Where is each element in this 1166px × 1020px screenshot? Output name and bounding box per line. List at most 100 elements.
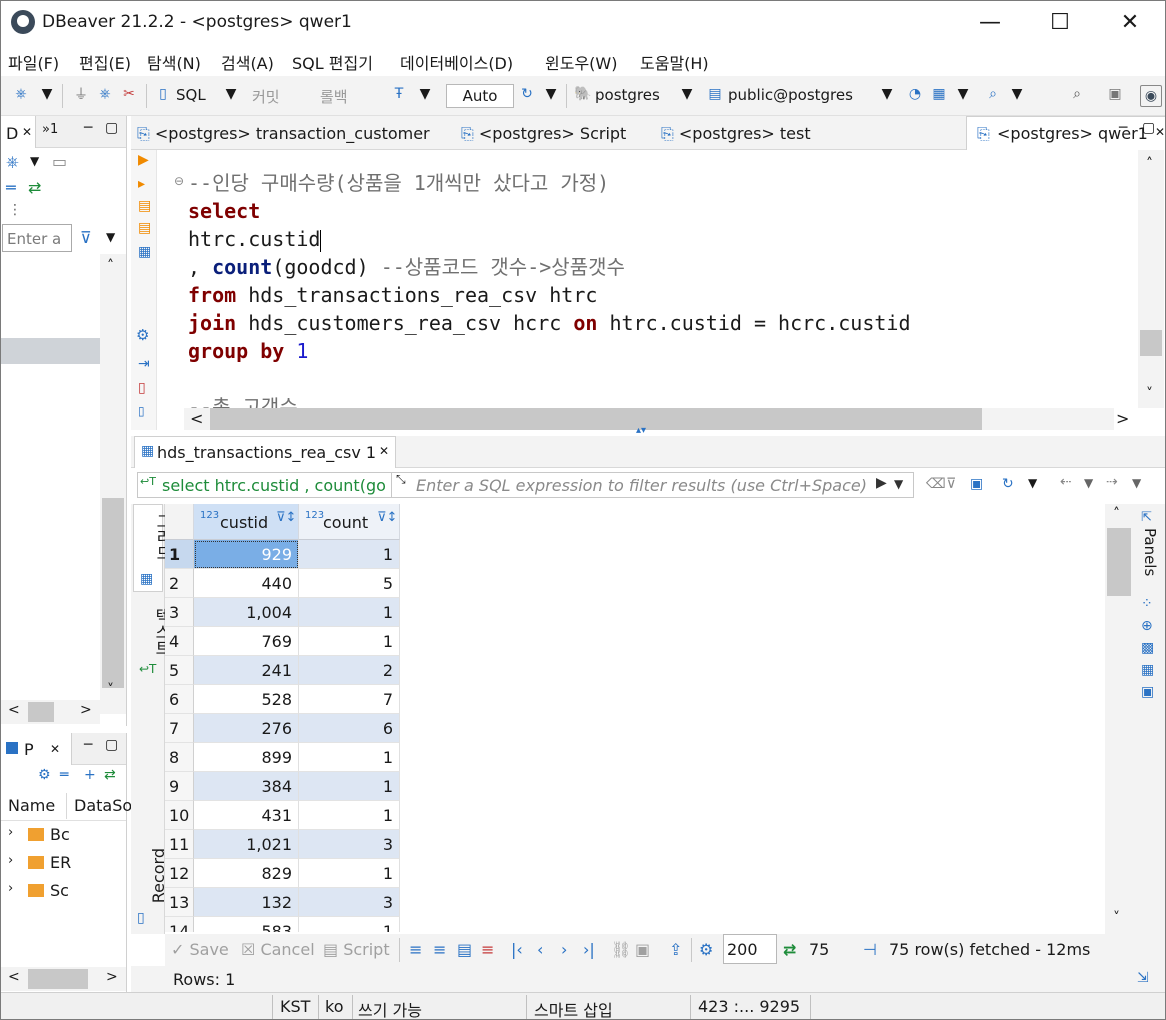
row-count[interactable]: 75 bbox=[809, 940, 829, 959]
aggregate-panel-icon[interactable]: ⊕ bbox=[1141, 618, 1153, 634]
dropdown-arrow-icon[interactable]: ▼ bbox=[222, 85, 240, 103]
row-number-cell[interactable]: 9 bbox=[165, 772, 194, 801]
close-button[interactable]: ✕ bbox=[1095, 0, 1165, 44]
plug-icon[interactable]: ⏚ bbox=[72, 85, 90, 103]
dropdown-arrow-icon[interactable]: ▼ bbox=[1008, 85, 1026, 103]
export-icon[interactable]: ⇪ bbox=[669, 940, 682, 959]
project-tree-item[interactable]: › Sc bbox=[0, 877, 126, 905]
splitter-toggle-icon[interactable]: ▴▾ bbox=[636, 425, 646, 436]
last-page-icon[interactable]: ›| bbox=[583, 940, 595, 959]
column-datasource-header[interactable]: DataSo bbox=[74, 796, 132, 815]
custid-cell[interactable]: 440 bbox=[194, 569, 299, 598]
auto-commit-select[interactable]: Auto bbox=[446, 84, 514, 108]
count-cell[interactable]: 1 bbox=[299, 598, 400, 627]
menu-window[interactable]: 윈도우(W) bbox=[545, 50, 617, 74]
dropdown-arrow-icon[interactable]: ▼ bbox=[894, 477, 903, 491]
maximize-icon[interactable]: ▢ bbox=[105, 737, 118, 753]
table-row[interactable]: 2 440 5 bbox=[165, 569, 400, 598]
references-panel-icon[interactable]: ▣ bbox=[1141, 684, 1154, 700]
row-number-cell[interactable]: 13 bbox=[165, 888, 194, 917]
collapse-all-icon[interactable]: ═ bbox=[6, 178, 16, 197]
count-cell[interactable]: 3 bbox=[299, 830, 400, 859]
close-icon[interactable]: ✕ bbox=[50, 742, 60, 756]
table-row[interactable]: 13 132 3 bbox=[165, 888, 400, 917]
row-number-cell[interactable]: 7 bbox=[165, 714, 194, 743]
dropdown-arrow-icon[interactable]: ▼ bbox=[38, 85, 56, 103]
refresh-icon[interactable]: ↻ bbox=[1002, 476, 1014, 492]
scrollbar-thumb[interactable] bbox=[1140, 330, 1162, 356]
chevron-left-icon[interactable]: < bbox=[190, 409, 203, 428]
maximize-icon[interactable]: ▢ bbox=[1142, 120, 1155, 136]
table-row[interactable]: 7 276 6 bbox=[165, 714, 400, 743]
metadata-panel-icon[interactable]: ▦ bbox=[1141, 662, 1154, 678]
execute-statement-icon[interactable]: ▶ bbox=[138, 152, 149, 168]
row-number-cell[interactable]: 2 bbox=[165, 569, 194, 598]
table-row[interactable]: 1 929 1 bbox=[165, 540, 400, 569]
copy-row-icon[interactable]: ▤ bbox=[457, 940, 472, 959]
table-row[interactable]: 12 829 1 bbox=[165, 859, 400, 888]
execute-new-tab-icon[interactable]: ▸ bbox=[138, 176, 145, 192]
forward-arrow-icon[interactable]: ⇢ bbox=[1106, 474, 1118, 490]
add-icon[interactable]: + bbox=[84, 767, 96, 783]
explain-plan-icon[interactable]: ▦ bbox=[138, 244, 151, 260]
close-icon[interactable]: ✕ bbox=[1155, 125, 1165, 139]
fetch-next-icon[interactable]: ⇄ bbox=[783, 940, 796, 959]
link-editor-icon[interactable]: ⇄ bbox=[28, 178, 41, 197]
table-row[interactable]: 9 384 1 bbox=[165, 772, 400, 801]
load-script-icon[interactable]: ▯ bbox=[138, 380, 146, 396]
custid-cell[interactable]: 132 bbox=[194, 888, 299, 917]
row-number-cell[interactable]: 8 bbox=[165, 743, 194, 772]
save-button[interactable]: ✓ Save bbox=[171, 940, 229, 959]
tab-grid[interactable]: 그리드 ▦ bbox=[133, 504, 172, 592]
menu-sql-editor[interactable]: SQL 편집기 bbox=[292, 50, 373, 74]
menu-edit[interactable]: 편집(E) bbox=[79, 50, 131, 74]
table-row[interactable]: 6 528 7 bbox=[165, 685, 400, 714]
chevron-right-icon[interactable]: > bbox=[106, 969, 118, 985]
custid-cell[interactable]: 769 bbox=[194, 627, 299, 656]
export-icon[interactable]: ⇥ bbox=[138, 356, 150, 372]
edit-row-icon[interactable]: ≡ bbox=[409, 940, 422, 959]
count-cell[interactable]: 6 bbox=[299, 714, 400, 743]
menu-help[interactable]: 도움말(H) bbox=[640, 50, 709, 74]
row-number-cell[interactable]: 3 bbox=[165, 598, 194, 627]
tab-script[interactable]: ⎘ <postgres> Script bbox=[461, 124, 626, 144]
table-row[interactable]: 3 1,004 1 bbox=[165, 598, 400, 627]
scrollbar-thumb[interactable] bbox=[1107, 528, 1131, 596]
new-folder-icon[interactable]: ▭ bbox=[52, 152, 67, 171]
gear-icon[interactable]: ⚙ bbox=[38, 767, 51, 783]
disconnect-icon[interactable]: ✂ bbox=[120, 85, 138, 103]
table-row[interactable]: 8 899 1 bbox=[165, 743, 400, 772]
tab-test[interactable]: ⎘ <postgres> test bbox=[661, 124, 811, 144]
dropdown-arrow-icon[interactable]: ▼ bbox=[30, 154, 39, 168]
scrollbar-thumb[interactable] bbox=[28, 702, 54, 722]
sql-editor[interactable]: ⊖ --인당 구매수량(상품을 1개씩만 샀다고 가정) select htrc… bbox=[158, 150, 1138, 408]
find-icon[interactable]: ⌕ bbox=[984, 85, 1002, 103]
editor-hscrollbar[interactable]: < > bbox=[184, 408, 1129, 430]
panels-label[interactable]: Panels bbox=[1141, 528, 1159, 576]
minimize-icon[interactable]: ─ bbox=[1119, 120, 1127, 136]
menu-database[interactable]: 데이터베이스(D) bbox=[400, 50, 513, 74]
count-cell[interactable]: 1 bbox=[299, 859, 400, 888]
dashboard-icon[interactable]: ◔ bbox=[906, 85, 924, 103]
custid-cell[interactable]: 829 bbox=[194, 859, 299, 888]
tab-text[interactable]: 텍스트 ↩T bbox=[133, 600, 171, 684]
count-cell[interactable]: 1 bbox=[299, 917, 400, 932]
row-number-cell[interactable]: 4 bbox=[165, 627, 194, 656]
row-number-cell[interactable]: 1 bbox=[165, 540, 194, 569]
perspective-icon[interactable]: ▣ bbox=[1106, 85, 1124, 103]
chevron-left-icon[interactable]: < bbox=[8, 702, 20, 718]
row-number-cell[interactable]: 5 bbox=[165, 656, 194, 685]
custid-cell[interactable]: 528 bbox=[194, 685, 299, 714]
new-connection-icon[interactable]: ⎈ bbox=[6, 152, 19, 172]
navigator-hscrollbar[interactable]: < > bbox=[0, 700, 100, 724]
row-number-cell[interactable]: 10 bbox=[165, 801, 194, 830]
chevron-right-icon[interactable]: › bbox=[8, 881, 13, 896]
close-icon[interactable]: ✕ bbox=[22, 125, 32, 139]
rollback-button[interactable]: 롤백 bbox=[320, 86, 348, 107]
chevron-up-icon[interactable]: ˄ bbox=[1146, 156, 1153, 172]
scrollbar-thumb[interactable] bbox=[102, 498, 124, 688]
project-tree-item[interactable]: › ER bbox=[0, 849, 126, 877]
row-number-cell[interactable]: 11 bbox=[165, 830, 194, 859]
chevron-right-icon[interactable]: > bbox=[1116, 409, 1129, 428]
chevron-right-icon[interactable]: › bbox=[8, 825, 13, 840]
